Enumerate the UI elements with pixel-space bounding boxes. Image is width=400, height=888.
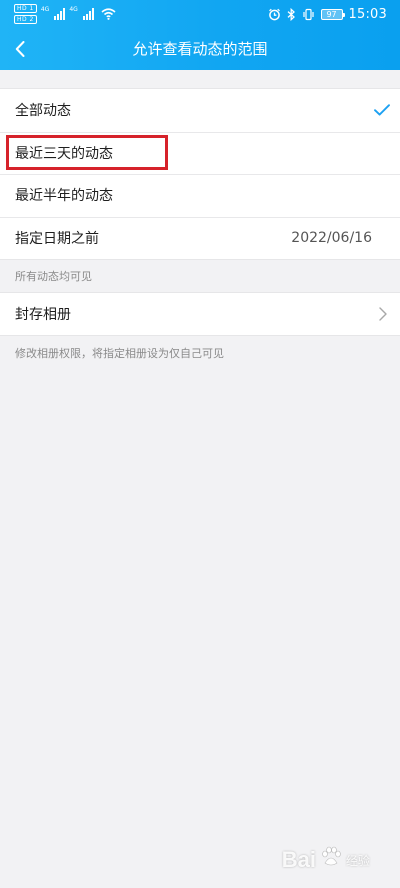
signal-tag-2: 4G xyxy=(69,5,78,13)
option-before-date[interactable]: 指定日期之前 2022/06/16 xyxy=(0,216,400,260)
nav-bar: 允许查看动态的范围 xyxy=(0,28,400,70)
wifi-icon xyxy=(101,8,116,20)
vibrate-icon xyxy=(302,8,315,21)
hd-badges: HD 1 HD 2 xyxy=(14,4,37,24)
bluetooth-icon xyxy=(287,7,296,21)
option-last-half-year[interactable]: 最近半年的动态 xyxy=(0,174,400,217)
header: HD 1 HD 2 4G 4G 97 15:03 允许查看动态的范围 xyxy=(0,0,400,70)
chevron-right-icon xyxy=(379,293,387,335)
page-title: 允许查看动态的范围 xyxy=(132,40,268,58)
date-value: 2022/06/16 xyxy=(291,229,372,246)
watermark-text: Bai xyxy=(281,847,316,872)
status-time: 15:03 xyxy=(348,6,387,22)
album-group: 封存相册 xyxy=(0,292,400,336)
paw-icon xyxy=(320,846,342,874)
checkmark-icon xyxy=(374,89,390,132)
back-button[interactable] xyxy=(0,28,40,70)
watermark-logo: Bai 经验 xyxy=(282,846,370,874)
option-label: 指定日期之前 xyxy=(15,230,99,247)
signal-icon xyxy=(54,8,66,20)
visibility-options: 全部动态 最近三天的动态 最近半年的动态 指定日期之前 2022/06/16 xyxy=(0,88,400,260)
option-last-three-days[interactable]: 最近三天的动态 xyxy=(0,131,400,175)
status-right: 97 15:03 xyxy=(268,4,387,24)
options-hint: 所有动态均可见 xyxy=(15,270,92,283)
option-all[interactable]: 全部动态 xyxy=(0,89,400,132)
hd-badge-1: HD 1 xyxy=(14,4,37,13)
option-label: 最近半年的动态 xyxy=(15,188,113,205)
status-left: HD 1 HD 2 4G 4G xyxy=(14,4,116,24)
watermark-sub: 经验 xyxy=(345,853,370,868)
album-hint: 修改相册权限，将指定相册设为仅自己可见 xyxy=(15,347,224,360)
alarm-icon xyxy=(268,8,281,21)
sealed-album-row[interactable]: 封存相册 xyxy=(0,293,400,335)
signal-icon-2 xyxy=(82,8,94,20)
hd-badge-2: HD 2 xyxy=(14,15,37,24)
album-label: 封存相册 xyxy=(15,307,71,323)
option-label: 最近三天的动态 xyxy=(15,145,113,162)
battery-icon: 97 xyxy=(320,8,345,20)
signal-tag-1: 4G xyxy=(40,5,50,13)
status-bar: HD 1 HD 2 4G 4G 97 15:03 xyxy=(0,0,400,28)
chevron-left-icon xyxy=(15,41,25,57)
option-label: 全部动态 xyxy=(15,103,71,120)
